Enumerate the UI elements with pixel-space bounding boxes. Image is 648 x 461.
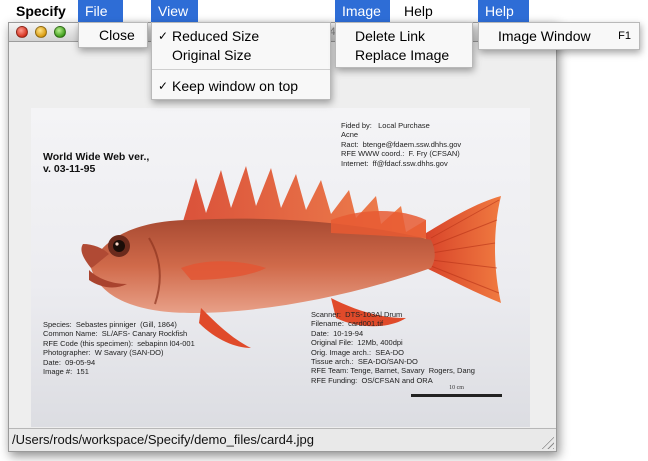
checkmark-icon: ✓ (158, 29, 169, 43)
menu-item-replace-image[interactable]: Replace Image (336, 45, 472, 65)
checkmark-icon: ✓ (158, 79, 169, 93)
menu-item-original-size[interactable]: Original Size (152, 45, 330, 65)
resize-grip-icon[interactable] (540, 435, 554, 449)
menu-file[interactable]: File (78, 0, 123, 22)
card-scan-info: Scanner: DTS-103Al Drum Filename: card00… (311, 310, 475, 385)
menu-item-close-label: Close (99, 27, 135, 43)
menu-separator (152, 69, 330, 70)
menu-bar: Specify File View Image Help Help (0, 0, 648, 22)
menu-item-reduced-size-label: Reduced Size (172, 28, 260, 44)
help-menu-dropdown: Image Window F1 (478, 22, 640, 50)
menu-item-replace-image-label: Replace Image (355, 47, 450, 63)
menu-view[interactable]: View (151, 0, 198, 22)
menu-item-keep-on-top-label: Keep window on top (172, 78, 299, 94)
menu-item-keep-on-top[interactable]: ✓ Keep window on top (152, 76, 330, 96)
card-heading: World Wide Web ver., v. 03-11-95 (43, 151, 149, 175)
menu-image[interactable]: Image (335, 0, 390, 22)
status-bar: /Users/rods/workspace/Specify/demo_files… (9, 428, 556, 451)
menu-item-original-size-label: Original Size (172, 47, 252, 63)
menu-specify[interactable]: Specify (9, 0, 73, 22)
specimen-card-image: World Wide Web ver., v. 03-11-95 Fided b… (31, 108, 530, 427)
scale-bar: 10 cm (409, 384, 504, 402)
image-file-path: /Users/rods/workspace/Specify/demo_files… (12, 432, 315, 447)
menu-item-shortcut: F1 (618, 30, 631, 42)
file-menu-dropdown: Close (78, 22, 148, 48)
scale-bar-label: 10 cm (449, 385, 464, 391)
view-menu-dropdown: ✓ Reduced Size Original Size ✓ Keep wind… (151, 22, 331, 100)
card-contact-info: Fided by: Local Purchase Acne Ract: bten… (341, 121, 462, 168)
menu-help-1[interactable]: Help (397, 0, 440, 22)
menu-item-image-window-label: Image Window (498, 28, 591, 44)
menu-item-delete-link[interactable]: Delete Link (336, 26, 472, 46)
menu-item-close[interactable]: Close (79, 25, 147, 45)
card-heading-line1: World Wide Web ver., (43, 151, 150, 163)
card-specimen-info: Species: Sebastes pinniger (Gill, 1864) … (43, 320, 195, 377)
image-menu-dropdown: Delete Link Replace Image (335, 22, 473, 68)
menu-item-image-window-help[interactable]: Image Window F1 (479, 26, 639, 46)
image-viewport: World Wide Web ver., v. 03-11-95 Fided b… (9, 42, 556, 429)
menu-item-delete-link-label: Delete Link (355, 28, 426, 44)
scale-bar-line (411, 394, 502, 397)
menu-help-2[interactable]: Help (478, 0, 529, 22)
menu-item-reduced-size[interactable]: ✓ Reduced Size (152, 26, 330, 46)
card-heading-line2: v. 03-11-95 (43, 163, 96, 175)
